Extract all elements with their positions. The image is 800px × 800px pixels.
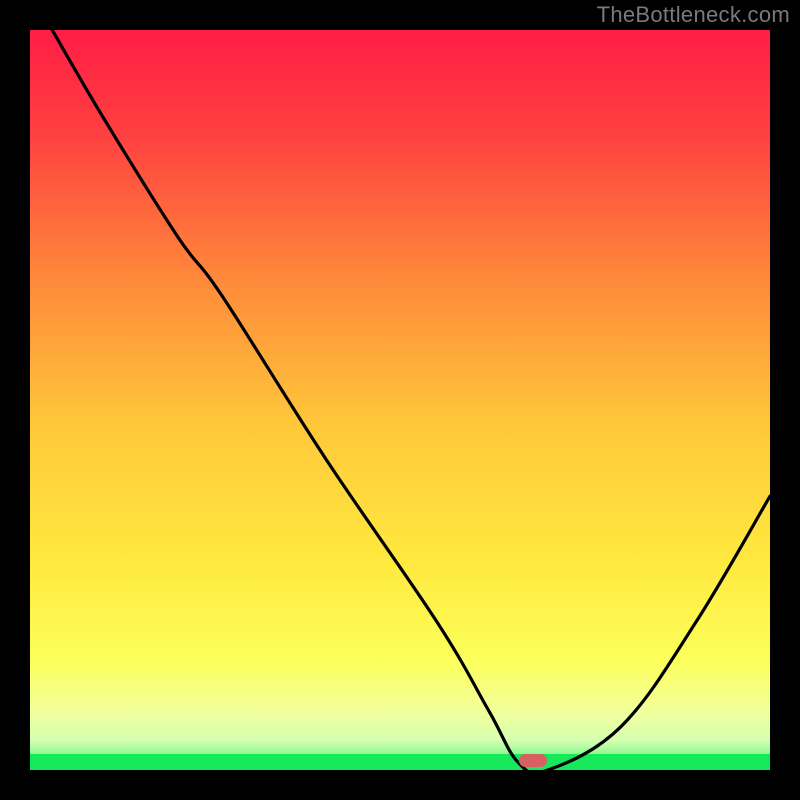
- optimum-marker: [519, 754, 547, 767]
- bottleneck-curve: [30, 30, 770, 770]
- plot-area: [30, 30, 770, 770]
- chart-frame: TheBottleneck.com: [0, 0, 800, 800]
- watermark-text: TheBottleneck.com: [597, 2, 790, 28]
